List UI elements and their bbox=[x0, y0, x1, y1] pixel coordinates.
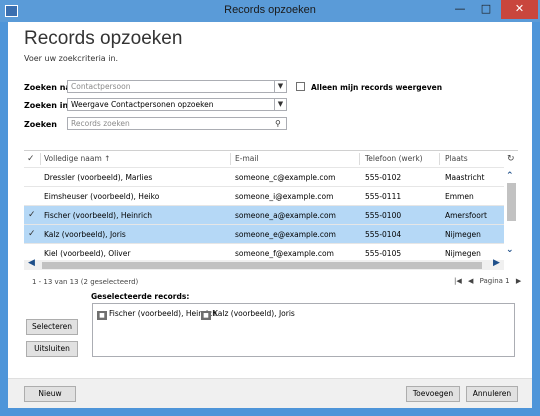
dialog-window: Records opzoeken — □ ✕ Records opzoeken … bbox=[0, 0, 540, 416]
table-row[interactable]: ✓ Kalz (voorbeeld), Joris someone_e@exam… bbox=[24, 224, 504, 243]
zoeken-in-label: Zoeken in bbox=[24, 101, 69, 110]
cell-name: Fischer (voorbeeld), Heinrich bbox=[44, 211, 153, 220]
first-page-icon[interactable]: |◀ bbox=[454, 277, 462, 285]
page-subtitle: Voer uw zoekcriteria in. bbox=[24, 54, 119, 63]
cell-email: someone_c@example.com bbox=[235, 173, 336, 182]
maximize-icon[interactable]: □ bbox=[473, 0, 499, 19]
chevron-down-icon[interactable]: ▼ bbox=[274, 81, 286, 92]
vertical-scrollbar[interactable]: ⌃ ⌄ bbox=[504, 167, 518, 267]
pager: |◀ ◀ Pagina 1 ▶ bbox=[454, 277, 525, 285]
select-button[interactable]: Selecteren bbox=[26, 319, 78, 335]
table-row[interactable]: ✓ Fischer (voorbeeld), Heinrich someone_… bbox=[24, 205, 504, 224]
sort-up-icon: ↑ bbox=[104, 154, 111, 163]
cell-phone: 555-0105 bbox=[365, 249, 402, 258]
contact-card-icon: ■ bbox=[201, 311, 211, 320]
cell-city: Maastricht bbox=[445, 173, 485, 182]
exclude-button[interactable]: Uitsluiten bbox=[26, 341, 78, 357]
column-header-city[interactable]: Plaats bbox=[445, 151, 468, 167]
zoeken-in-value: Weergave Contactpersonen opzoeken bbox=[71, 100, 214, 109]
zoeken-label: Zoeken bbox=[24, 120, 57, 129]
cell-name: Kiel (voorbeeld), Oliver bbox=[44, 249, 131, 258]
dialog-body: Records opzoeken Voer uw zoekcriteria in… bbox=[8, 22, 532, 408]
title-bar[interactable]: Records opzoeken — □ ✕ bbox=[0, 0, 540, 22]
chevron-down-icon[interactable]: ▼ bbox=[274, 99, 286, 110]
records-grid: ✓ Volledige naam ↑ E-mail Telefoon (werk… bbox=[24, 150, 518, 270]
column-separator bbox=[40, 153, 41, 165]
column-separator bbox=[439, 153, 440, 165]
zoeken-naar-value: Contactpersoon bbox=[71, 82, 131, 91]
column-header-phone[interactable]: Telefoon (werk) bbox=[365, 151, 423, 167]
horizontal-scroll-thumb[interactable] bbox=[42, 262, 482, 269]
cell-phone: 555-0104 bbox=[365, 230, 402, 239]
selected-records-title: Geselecteerde records: bbox=[91, 292, 190, 301]
cell-city: Emmen bbox=[445, 192, 474, 201]
selected-record-chip[interactable]: ■ Kalz (voorbeeld), Joris bbox=[201, 308, 295, 320]
cell-city: Nijmegen bbox=[445, 230, 481, 239]
column-name-label: Volledige naam bbox=[44, 154, 102, 163]
column-separator bbox=[230, 153, 231, 165]
search-placeholder: Records zoeken bbox=[71, 119, 130, 128]
only-mine-label: Alleen mijn records weergeven bbox=[311, 83, 443, 92]
minimize-icon[interactable]: — bbox=[447, 0, 473, 19]
checkmark-icon[interactable]: ✓ bbox=[28, 229, 36, 239]
column-header-email[interactable]: E-mail bbox=[235, 151, 259, 167]
cell-email: someone_a@example.com bbox=[235, 211, 336, 220]
cell-email: someone_i@example.com bbox=[235, 192, 334, 201]
cell-name: Kalz (voorbeeld), Joris bbox=[44, 230, 126, 239]
page-label: Pagina 1 bbox=[479, 277, 510, 285]
add-button[interactable]: Toevoegen bbox=[406, 386, 460, 402]
zoeken-in-select[interactable]: Weergave Contactpersonen opzoeken ▼ bbox=[67, 98, 287, 111]
cell-phone: 555-0100 bbox=[365, 211, 402, 220]
cell-city: Nijmegen bbox=[445, 249, 481, 258]
table-row[interactable]: Eimsheuser (voorbeeld), Heiko someone_i@… bbox=[24, 186, 504, 205]
zoeken-naar-select[interactable]: Contactpersoon ▼ bbox=[67, 80, 287, 93]
column-header-name[interactable]: Volledige naam ↑ bbox=[44, 151, 110, 167]
cell-email: someone_f@example.com bbox=[235, 249, 334, 258]
page-title: Records opzoeken bbox=[24, 28, 183, 49]
selected-record-chip[interactable]: ■ Fischer (voorbeeld), Heinrich bbox=[97, 308, 217, 320]
checkmark-icon[interactable]: ✓ bbox=[27, 151, 35, 167]
cell-name: Eimsheuser (voorbeeld), Heiko bbox=[44, 192, 160, 201]
vertical-scroll-thumb[interactable] bbox=[507, 183, 516, 221]
refresh-icon[interactable]: ↻ bbox=[507, 151, 515, 167]
horizontal-scrollbar[interactable]: ◀ ▶ bbox=[24, 258, 504, 270]
search-icon[interactable]: ⚲ bbox=[275, 119, 284, 128]
close-icon[interactable]: ✕ bbox=[501, 0, 538, 19]
cell-email: someone_e@example.com bbox=[235, 230, 336, 239]
checkmark-icon[interactable]: ✓ bbox=[28, 210, 36, 220]
chevron-down-icon[interactable]: ⌄ bbox=[506, 245, 514, 255]
cancel-button[interactable]: Annuleren bbox=[466, 386, 518, 402]
record-count-status: 1 - 13 van 13 (2 geselecteerd) bbox=[32, 278, 139, 286]
dialog-footer: Nieuw Toevoegen Annuleren bbox=[8, 378, 532, 408]
search-input[interactable]: Records zoeken ⚲ bbox=[67, 117, 287, 130]
selected-records-box: ■ Fischer (voorbeeld), Heinrich ■ Kalz (vo… bbox=[92, 303, 515, 357]
cell-name: Dressler (voorbeeld), Marlies bbox=[44, 173, 153, 182]
column-separator bbox=[359, 153, 360, 165]
chevron-right-icon[interactable]: ▶ bbox=[493, 258, 500, 268]
chevron-up-icon[interactable]: ⌃ bbox=[506, 171, 514, 181]
table-row[interactable]: Dressler (voorbeeld), Marlies someone_c@… bbox=[24, 167, 504, 186]
contact-card-icon: ■ bbox=[97, 311, 107, 320]
selected-record-label: Kalz (voorbeeld), Joris bbox=[213, 309, 295, 318]
cell-phone: 555-0102 bbox=[365, 173, 402, 182]
prev-page-icon[interactable]: ◀ bbox=[468, 277, 473, 285]
cell-city: Amersfoort bbox=[445, 211, 487, 220]
new-button[interactable]: Nieuw bbox=[24, 386, 76, 402]
next-page-icon[interactable]: ▶ bbox=[516, 277, 521, 285]
only-mine-checkbox[interactable] bbox=[296, 82, 305, 91]
chevron-left-icon[interactable]: ◀ bbox=[28, 258, 35, 268]
cell-phone: 555-0111 bbox=[365, 192, 402, 201]
